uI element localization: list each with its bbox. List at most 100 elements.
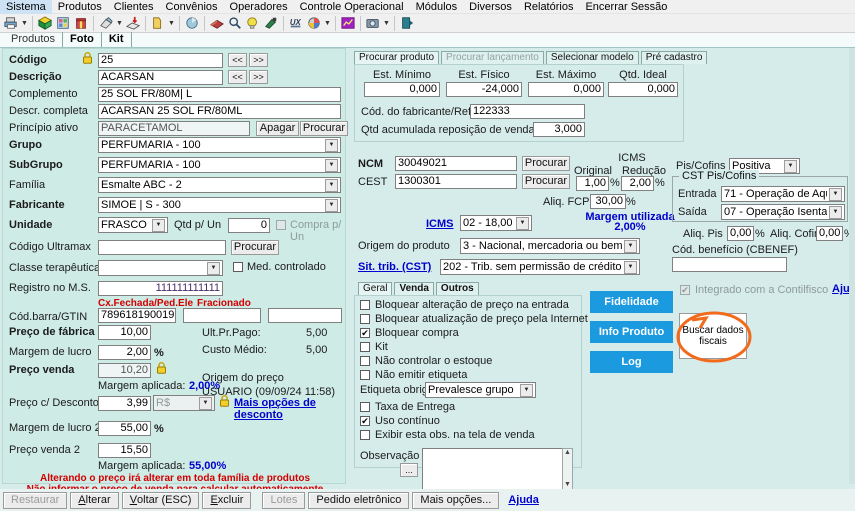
tab-venda[interactable]: Venda [394,282,434,295]
preco-fabrica-input[interactable]: 10,00 [98,325,151,340]
estoque-value-3[interactable]: 0,000 [608,82,678,97]
fidelidade-button[interactable]: Fidelidade [590,291,673,313]
chevron-down-icon[interactable]: ▼ [325,178,338,192]
codbarra-input-1[interactable]: 7896181900191 [98,308,176,323]
option2-row[interactable]: Exibir esta obs. na tela de venda [360,428,535,442]
codigo-prev-button[interactable]: << [228,53,247,67]
folder-icon[interactable] [149,15,167,32]
option-checkbox-2[interactable]: ✔ [360,328,370,338]
menu-item-clientes[interactable]: Clientes [108,0,160,14]
tab-kit[interactable]: Kit [102,32,132,47]
voltar-esc-button[interactable]: Voltar (ESC) [121,491,200,509]
chevron-down-icon[interactable]: ▼ [167,15,176,32]
ncm-procurar-button[interactable]: Procurar [522,156,570,171]
mais-opcoes-desconto-link[interactable]: Mais opções de desconto [234,397,345,421]
descricao-input[interactable]: ACARSAN [98,70,223,85]
option-checkbox-3[interactable] [360,342,370,352]
color-wheel-icon[interactable] [183,15,201,32]
option2-checkbox-1[interactable]: ✔ [360,416,370,426]
estoque-value-0[interactable]: 0,000 [364,82,440,97]
subgrupo-select[interactable]: PERFUMARIA - 100 ▼ [98,157,341,173]
option-row[interactable]: Bloquear alteração de preço na entrada [360,298,588,312]
menu-item-operadores[interactable]: Operadores [224,0,294,14]
qtd-acumulada-input[interactable]: 3,000 [533,122,585,137]
menu-item-m-dulos[interactable]: Módulos [410,0,464,14]
fabricante-select[interactable]: SIMOE | S - 300 ▼ [98,197,341,213]
menu-item-produtos[interactable]: Produtos [52,0,108,14]
icms-select[interactable]: 02 - 18,00 ▼ [460,215,532,231]
sit-trib-link[interactable]: Sit. trib. (CST) [358,261,431,273]
gift-icon[interactable] [72,15,90,32]
descr-completa-input[interactable]: ACARSAN 25 SOL FR/80ML [98,104,341,119]
chevron-down-icon[interactable]: ▼ [152,218,165,232]
scroll-up-icon[interactable]: ▲ [564,449,571,457]
codigo-ultramax-input[interactable] [98,240,226,255]
chevron-down-icon[interactable]: ▼ [323,15,332,32]
estoque-value-1[interactable]: -24,000 [446,82,522,97]
observacao-dots-button[interactable]: ... [400,463,418,477]
option-checkbox-1[interactable] [360,314,370,324]
pedido-eletr-nico-button[interactable]: Pedido eletrônico [308,491,410,509]
margem-lucro-2-input[interactable]: 55,00 [98,421,151,436]
classe-terapeutica-select[interactable]: ▼ [98,260,223,276]
info-produto-button[interactable]: Info Produto [590,321,673,343]
codigo-ultramax-procurar-button[interactable]: Procurar [231,240,279,255]
tab-outros[interactable]: Outros [435,282,479,295]
codigo-next-button[interactable]: >> [249,53,268,67]
exit-icon[interactable] [398,15,416,32]
subtab-pr-cadastro[interactable]: Pré cadastro [640,51,708,64]
menu-item-diversos[interactable]: Diversos [463,0,518,14]
grupo-select[interactable]: PERFUMARIA - 100 ▼ [98,137,341,153]
cest-input[interactable]: 1300301 [395,174,517,189]
cst-saida-select[interactable]: 07 - Operação Isenta da Contri ▼ [721,204,845,220]
preco-venda-input[interactable]: 10,20 [98,363,151,378]
observacao-textarea[interactable] [422,448,564,490]
unidade-select[interactable]: FRASCO - F ▼ [98,217,168,233]
ux-icon[interactable]: UX [287,15,305,32]
option-checkbox-5[interactable] [360,370,370,380]
compra-un-checkbox[interactable] [276,220,286,230]
chevron-down-icon[interactable]: ▼ [207,261,220,275]
ajuda-link[interactable]: Ajuda [508,494,539,506]
menu-item-sistema[interactable]: Sistema [0,0,52,14]
margem-lucro-input[interactable]: 2,00 [98,345,151,360]
eraser-icon[interactable] [97,15,115,32]
chevron-down-icon[interactable]: ▼ [20,15,29,32]
chevron-down-icon[interactable]: ▼ [624,260,637,274]
option2-checkbox-2[interactable] [360,430,370,440]
chevron-down-icon[interactable]: ▼ [829,205,842,219]
option-checkbox-4[interactable] [360,356,370,366]
chart-icon[interactable] [339,15,357,32]
chevron-down-icon[interactable]: ▼ [784,159,797,173]
option2-row[interactable]: ✔ Uso contínuo [360,414,535,428]
origem-produto-select[interactable]: 3 - Nacional, mercadoria ou bem com ▼ [460,238,640,254]
excluir-button[interactable]: Excluir [202,491,252,509]
grid-icon[interactable] [54,15,72,32]
ncm-input[interactable]: 30049021 [395,156,517,171]
chevron-down-icon[interactable]: ▼ [520,383,533,397]
preco-desconto-input[interactable]: 3,99 [98,396,151,411]
bulb-icon[interactable] [244,15,262,32]
principio-ativo-input[interactable]: PARACETAMOL [98,121,250,136]
descricao-prev-button[interactable]: << [228,70,247,84]
option-row[interactable]: Kit [360,340,588,354]
mais-op-es-button[interactable]: Mais opções... [412,491,500,509]
package-icon[interactable] [36,15,54,32]
complemento-input[interactable]: 25 SOL FR/80M| L [98,87,341,102]
palette-icon[interactable] [305,15,323,32]
sit-trib-select[interactable]: 202 - Trib. sem permissão de crédito e c… [440,259,640,275]
cest-procurar-button[interactable]: Procurar [522,174,570,189]
option2-checkbox-0[interactable] [360,402,370,412]
integrado-contilfisco-checkbox[interactable]: ✔ [680,285,690,295]
paint-icon[interactable] [262,15,280,32]
tab-produtos[interactable]: Produtos [4,32,64,47]
preco-venda-2-input[interactable]: 15,50 [98,443,151,458]
icms-reducao-input[interactable]: 2,00 [621,176,654,191]
menu-item-conv-nios[interactable]: Convênios [160,0,224,14]
principio-procurar-button[interactable]: Procurar [300,121,348,136]
print-icon[interactable] [2,15,20,32]
icms-original-input[interactable]: 1,00 [576,176,609,191]
option2-row[interactable]: Taxa de Entrega [360,400,535,414]
menu-item-controle-operacional[interactable]: Controle Operacional [294,0,410,14]
icms-link[interactable]: ICMS [426,218,454,230]
